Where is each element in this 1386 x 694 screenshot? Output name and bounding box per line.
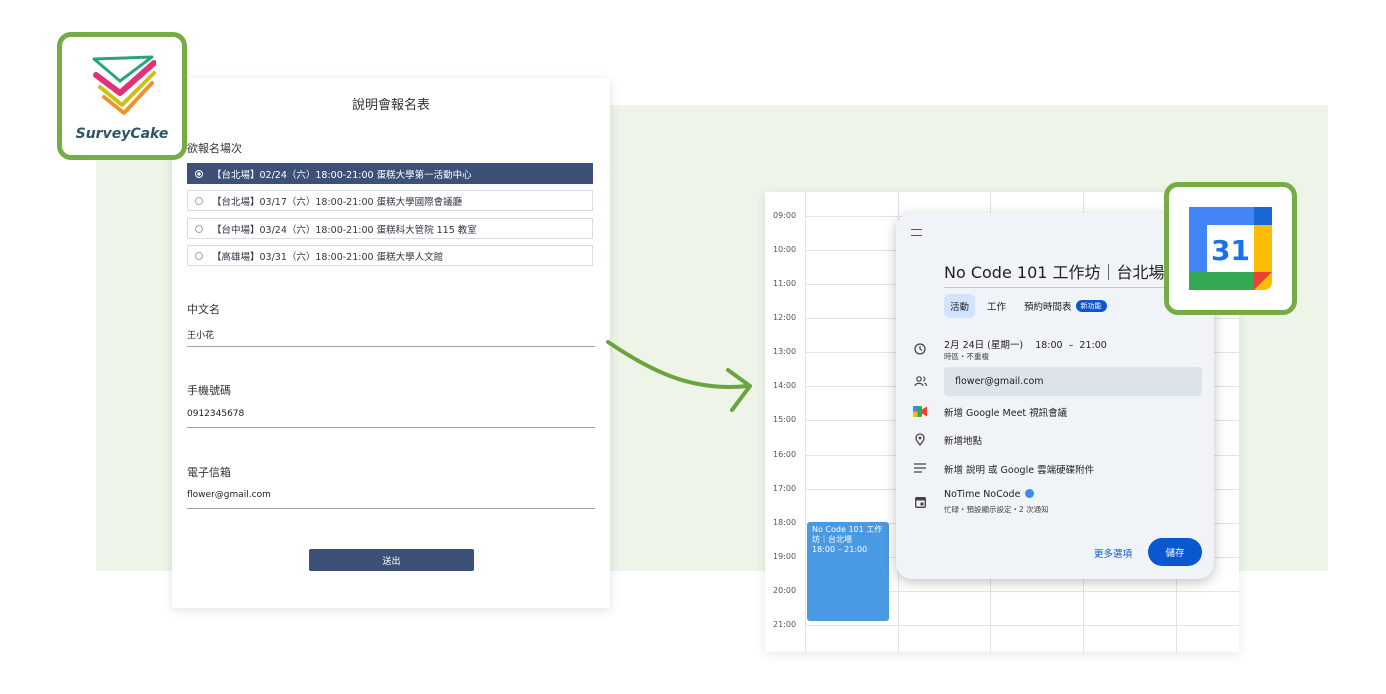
- survey-form: 說明會報名表 欲報名場次 【台北場】02/24（六）18:00-21:00 蛋糕…: [172, 78, 610, 608]
- time-label: 13:00: [773, 347, 797, 356]
- email-input[interactable]: flower@gmail.com: [187, 490, 595, 509]
- event-block-title: No Code 101 工作坊｜台北場: [812, 525, 883, 544]
- tab-task[interactable]: 工作: [987, 294, 1006, 318]
- event-date[interactable]: 2月 24日 (星期一): [944, 340, 1023, 351]
- calendar-selector[interactable]: NoTime NoCode: [944, 489, 1035, 500]
- session-question-label: 欲報名場次: [187, 142, 242, 155]
- guests-icon: [913, 374, 927, 388]
- radio-icon[interactable]: [195, 224, 203, 233]
- session-option-label: 【台北場】02/24（六）18:00-21:00 蛋糕大學第一活動中心: [212, 169, 472, 181]
- calendar-name: NoTime NoCode: [944, 489, 1021, 500]
- radio-icon[interactable]: [195, 196, 203, 205]
- phone-label: 手機號碼: [187, 384, 231, 397]
- add-location[interactable]: 新增地點: [944, 433, 982, 447]
- calendar-icon: [913, 495, 927, 509]
- time-label: 16:00: [773, 450, 797, 459]
- form-title: 說明會報名表: [351, 98, 430, 113]
- flow-arrow-icon: [606, 340, 752, 412]
- session-option-4[interactable]: 【高雄場】03/31（六）18:00-21:00 蛋糕大學人文館: [187, 245, 593, 266]
- surveycake-check-icon: [92, 55, 156, 115]
- add-description[interactable]: 新增 說明 或 Google 雲端硬碟附件: [944, 462, 1094, 476]
- add-google-meet[interactable]: 新增 Google Meet 視訊會議: [944, 405, 1067, 419]
- session-option-3[interactable]: 【台中場】03/24（六）18:00-21:00 蛋糕科大管院 115 教室: [187, 218, 593, 239]
- tab-appointment-label: 預約時間表: [1024, 302, 1072, 313]
- description-icon: [913, 461, 927, 475]
- time-label: 19:00: [773, 552, 797, 561]
- timezone-repeat-note[interactable]: 時區・不重複: [944, 351, 989, 362]
- session-option-label: 【台北場】03/17（六）18:00-21:00 蛋糕大學國際會議廳: [212, 196, 463, 208]
- event-title-input[interactable]: No Code 101 工作坊｜台北場: [944, 259, 1166, 288]
- clock-icon: [913, 342, 927, 356]
- event-end-time[interactable]: 21:00: [1079, 340, 1106, 351]
- event-start-time[interactable]: 18:00: [1035, 340, 1062, 351]
- radio-selected-icon[interactable]: [195, 169, 203, 178]
- session-option-label: 【高雄場】03/31（六）18:00-21:00 蛋糕大學人文館: [212, 251, 444, 263]
- drag-handle-icon[interactable]: [911, 229, 922, 236]
- radio-icon[interactable]: [195, 251, 203, 260]
- more-options-link[interactable]: 更多選項: [1094, 546, 1132, 560]
- surveycake-wordmark: SurveyCake: [75, 126, 169, 142]
- grid-row-line: [805, 625, 1239, 626]
- grid-column-line: [805, 192, 806, 652]
- tab-event[interactable]: 活動: [944, 294, 976, 318]
- time-label: 10:00: [773, 245, 797, 254]
- calendar-color-dot: [1025, 489, 1035, 498]
- calendar-availability-note[interactable]: 忙碌・預設顯示設定・2 次通知: [944, 504, 1049, 515]
- submit-button[interactable]: 送出: [309, 549, 474, 571]
- time-label: 15:00: [773, 415, 797, 424]
- time-label: 20:00: [773, 586, 797, 595]
- google-meet-icon: [913, 404, 927, 418]
- email-label: 電子信箱: [187, 466, 231, 479]
- name-input[interactable]: 王小花: [187, 328, 595, 347]
- tab-appointment-schedule[interactable]: 預約時間表 新功能: [1024, 294, 1107, 318]
- session-option-1[interactable]: 【台北場】02/24（六）18:00-21:00 蛋糕大學第一活動中心: [187, 163, 593, 184]
- guest-field[interactable]: flower@gmail.com: [944, 367, 1202, 396]
- new-feature-badge: 新功能: [1075, 300, 1107, 312]
- google-calendar-logo: 31: [1164, 182, 1297, 315]
- time-label: 09:00: [773, 211, 797, 220]
- time-label: 21:00: [773, 620, 797, 629]
- time-dash: –: [1068, 340, 1074, 351]
- session-option-label: 【台中場】03/24（六）18:00-21:00 蛋糕科大管院 115 教室: [212, 224, 477, 236]
- save-button[interactable]: 儲存: [1148, 538, 1202, 566]
- session-option-2[interactable]: 【台北場】03/17（六）18:00-21:00 蛋糕大學國際會議廳: [187, 190, 593, 211]
- surveycake-logo: SurveyCake: [57, 32, 187, 160]
- calendar-date-number: 31: [1211, 234, 1250, 267]
- time-label: 18:00: [773, 518, 797, 527]
- google-calendar-icon: 31: [1189, 207, 1272, 290]
- time-label: 14:00: [773, 381, 797, 390]
- event-datetime[interactable]: 2月 24日 (星期一) 18:00 – 21:00: [944, 337, 1107, 351]
- phone-input[interactable]: 0912345678: [187, 409, 595, 428]
- time-label: 12:00: [773, 313, 797, 322]
- event-block-time: 18:00 – 21:00: [812, 545, 868, 554]
- name-label: 中文名: [187, 303, 220, 316]
- calendar-event-block[interactable]: No Code 101 工作坊｜台北場 18:00 – 21:00: [807, 522, 889, 621]
- location-pin-icon: [913, 432, 927, 446]
- time-label: 11:00: [773, 279, 797, 288]
- time-label: 17:00: [773, 484, 797, 493]
